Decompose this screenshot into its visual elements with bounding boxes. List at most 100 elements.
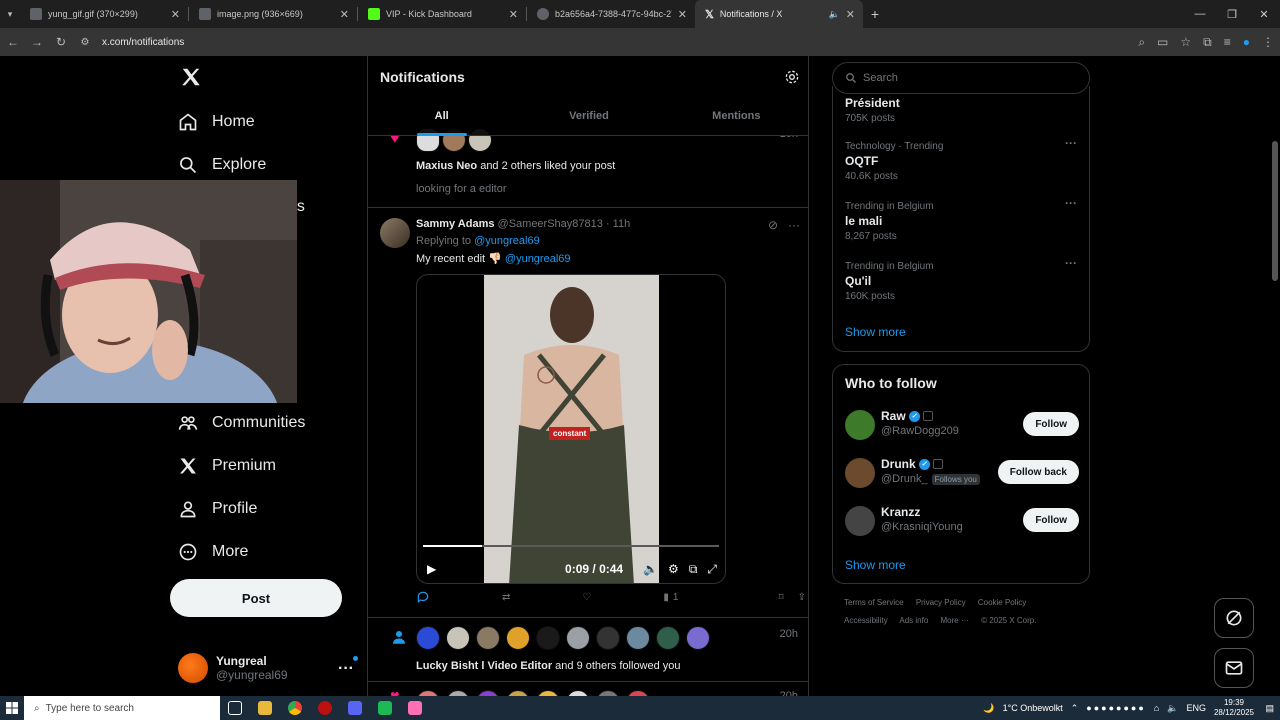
browser-tab-2[interactable]: image.png (936×669) ✕ xyxy=(189,0,357,28)
weather-text[interactable]: 1°C Onbewolkt xyxy=(1003,703,1063,713)
browser-tab-1[interactable]: yung_gif.gif (370×299) ✕ xyxy=(20,0,188,28)
actor-name[interactable]: Lucky Bisht l Video Editor xyxy=(416,660,552,672)
share-icon[interactable]: ⇪ xyxy=(798,592,806,603)
trend-item[interactable]: Technology · Trending OQTF 40.6K posts xyxy=(845,141,943,182)
video-player[interactable]: constant ▶ 0:09 / 0:44 🔈 ⚙ ⧉ ⤢ xyxy=(416,274,726,584)
browser-tab-5-active[interactable]: 𝕏 Notifications / X 🔈 ✕ xyxy=(695,0,863,28)
avatar[interactable] xyxy=(566,626,590,650)
author-handle[interactable]: @SameerShay87813 xyxy=(498,218,603,230)
repost-icon[interactable]: ⇄ xyxy=(502,592,510,603)
sidebar-item-explore[interactable]: Explore xyxy=(178,155,266,175)
more-dots-icon[interactable]: ··· xyxy=(1065,196,1077,210)
tab-verified[interactable]: Verified xyxy=(515,100,662,136)
browser-tab-4[interactable]: b2a656a4-7388-477c-94bc-27( ✕ xyxy=(527,0,695,28)
profile-extension-icon[interactable]: ● xyxy=(1243,35,1250,49)
network-icon[interactable]: ⌂ xyxy=(1154,703,1159,713)
trend-item[interactable]: Trending in Belgium le mali 8,267 posts xyxy=(845,201,934,242)
follow-notification[interactable]: 20h Lucky Bisht l Video Editor and 9 oth… xyxy=(368,618,808,682)
account-switcher[interactable]: Yungreal @yungreal69 ··· xyxy=(178,648,358,688)
discord-icon[interactable] xyxy=(340,696,370,720)
footer-link[interactable]: Privacy Policy xyxy=(916,598,966,607)
fullscreen-icon[interactable]: ⤢ xyxy=(707,562,717,577)
avatar[interactable] xyxy=(536,626,560,650)
footer-link[interactable]: Terms of Service xyxy=(844,598,904,607)
back-arrow-icon[interactable]: ← xyxy=(6,35,20,49)
reading-list-icon[interactable]: ≡ xyxy=(1224,35,1231,49)
next-notification[interactable]: ♥ 20h xyxy=(368,682,808,696)
show-more-trends-link[interactable]: Show more xyxy=(845,325,906,339)
follow-button[interactable]: Follow xyxy=(1023,412,1079,436)
windows-start-icon[interactable] xyxy=(0,696,24,720)
actor-name[interactable]: Maxius Neo xyxy=(416,160,477,172)
post-button[interactable]: Post xyxy=(170,579,342,617)
taskbar-search-input[interactable]: ⌕ Type here to search xyxy=(24,696,220,720)
follow-suggestion[interactable]: Raw ✓ @RawDogg209 Follow xyxy=(845,408,1079,442)
task-view-icon[interactable] xyxy=(220,696,250,720)
close-icon[interactable]: ✕ xyxy=(340,8,349,21)
app-red-icon[interactable] xyxy=(310,696,340,720)
video-progress-bar[interactable] xyxy=(423,545,719,547)
avatar[interactable] xyxy=(506,626,530,650)
speaker-icon[interactable]: 🔈 xyxy=(829,9,840,20)
avatar[interactable] xyxy=(380,218,410,248)
footer-link[interactable]: Ads info xyxy=(899,616,928,625)
author-name[interactable]: Sammy Adams xyxy=(416,218,494,230)
gear-icon[interactable] xyxy=(784,69,800,85)
mention-link[interactable]: @yungreal69 xyxy=(505,253,571,265)
messages-float-button[interactable] xyxy=(1214,648,1254,688)
more-dots-icon[interactable]: ··· xyxy=(1065,256,1077,270)
close-icon[interactable]: ✕ xyxy=(846,8,855,21)
tab-search-chevron-icon[interactable]: ▾ xyxy=(0,9,20,20)
play-icon[interactable]: ▶ xyxy=(427,562,436,576)
views-stat[interactable]: ▮ 1 xyxy=(663,592,678,603)
close-icon[interactable]: ✕ xyxy=(171,8,180,21)
trend-item[interactable]: Trending in Belgium Qu'il 160K posts xyxy=(845,261,934,302)
avatar[interactable] xyxy=(845,458,875,488)
tray-apps-icon[interactable]: ●●●●●●●● xyxy=(1086,703,1146,713)
avatar[interactable] xyxy=(446,626,470,650)
grok-float-button[interactable] xyxy=(1214,598,1254,638)
sidebar-item-communities[interactable]: Communities xyxy=(178,413,305,433)
grok-icon[interactable]: ⊘ xyxy=(768,218,778,232)
like-heart-icon[interactable]: ♡ xyxy=(582,592,591,603)
more-dots-icon[interactable]: ··· xyxy=(788,218,800,232)
replying-to-link[interactable]: @yungreal69 xyxy=(474,235,540,247)
cast-icon[interactable]: ▭ xyxy=(1157,35,1168,49)
minimize-icon[interactable]: — xyxy=(1184,0,1216,28)
like-notification[interactable]: ♥ 10h Maxius Neo and 2 others liked your… xyxy=(368,128,808,208)
tweet-time[interactable]: · 11h xyxy=(606,218,630,230)
avatar[interactable] xyxy=(596,626,620,650)
follow-suggestion[interactable]: Drunk ✓ @Drunk_ Follows you Follow back xyxy=(845,456,1079,490)
avatar[interactable] xyxy=(476,626,500,650)
sidebar-item-premium[interactable]: Premium xyxy=(178,456,276,476)
footer-link[interactable]: Cookie Policy xyxy=(978,598,1026,607)
volume-icon[interactable]: 🔈 xyxy=(1167,703,1178,714)
avatar[interactable] xyxy=(845,506,875,536)
zoom-icon[interactable]: ⌕ xyxy=(1138,35,1145,50)
scrollbar-thumb[interactable] xyxy=(1272,141,1278,281)
trend-item[interactable]: Président 705K posts xyxy=(845,94,900,124)
url-field[interactable]: x.com/notifications xyxy=(102,37,184,48)
footer-link[interactable]: More ··· xyxy=(941,616,969,625)
language[interactable]: ENG xyxy=(1186,703,1206,713)
tray-expand-icon[interactable]: ⌃ xyxy=(1071,703,1079,714)
follow-suggestion[interactable]: Kranzz @KrasniqiYoung Follow xyxy=(845,504,1079,538)
volume-icon[interactable]: 🔈 xyxy=(643,562,658,576)
tab-mentions[interactable]: Mentions xyxy=(663,100,808,136)
avatar[interactable] xyxy=(626,626,650,650)
page-scrollbar[interactable] xyxy=(1270,56,1280,696)
footer-link[interactable]: Accessibility xyxy=(844,616,888,625)
sidebar-item-home[interactable]: Home xyxy=(178,112,255,132)
chrome-icon[interactable] xyxy=(280,696,310,720)
avatar[interactable] xyxy=(656,626,680,650)
restore-icon[interactable]: ❐ xyxy=(1216,0,1248,28)
close-window-icon[interactable]: ✕ xyxy=(1248,0,1280,28)
follow-button[interactable]: Follow xyxy=(1023,508,1079,532)
app-green-icon[interactable] xyxy=(370,696,400,720)
app-pink-icon[interactable] xyxy=(400,696,430,720)
file-explorer-icon[interactable] xyxy=(250,696,280,720)
show-more-follow-link[interactable]: Show more xyxy=(845,558,906,572)
bookmark-icon[interactable]: ⌑ xyxy=(778,592,783,603)
follow-back-button[interactable]: Follow back xyxy=(997,460,1079,484)
avatar[interactable] xyxy=(416,626,440,650)
